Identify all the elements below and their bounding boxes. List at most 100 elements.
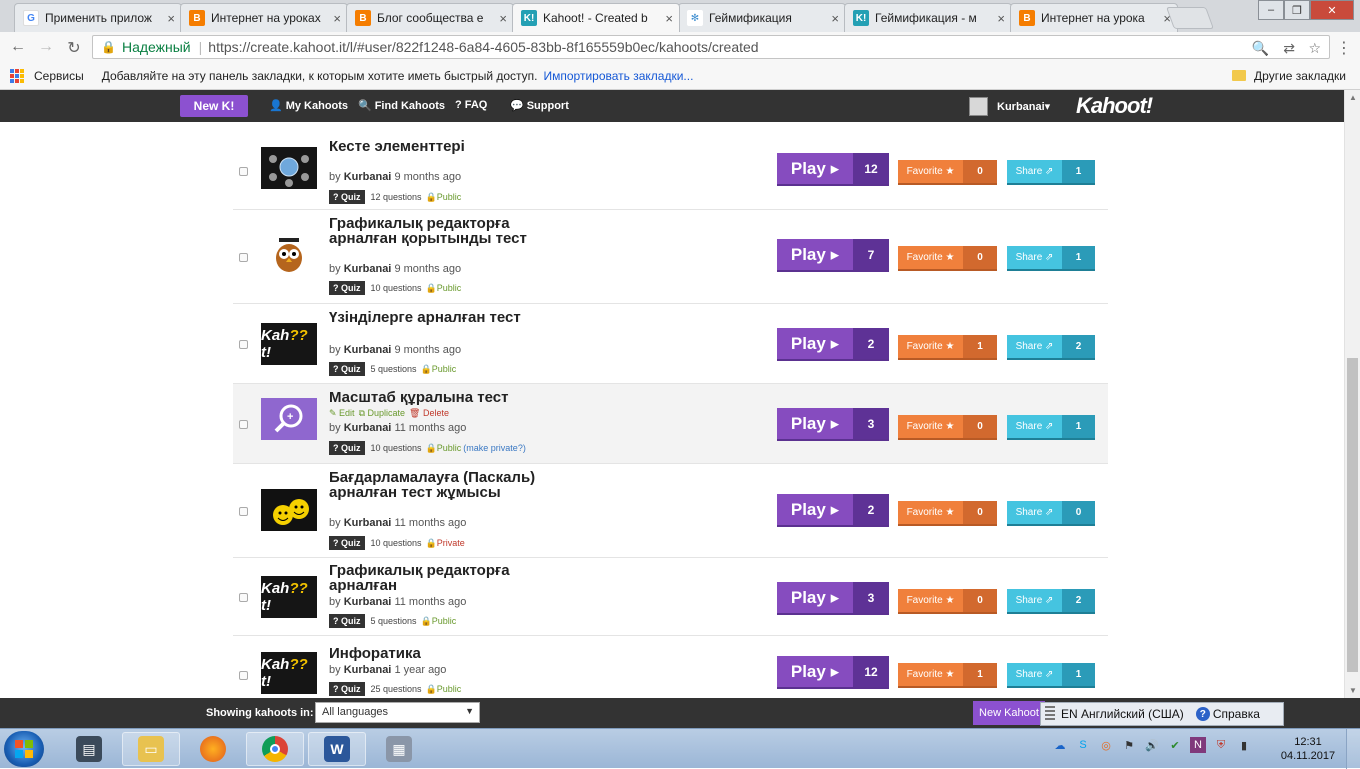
favorite-button[interactable]: Favorite ★ 0: [898, 160, 997, 183]
new-tab-button[interactable]: [1165, 7, 1215, 29]
browser-tab-4-active[interactable]: K! Kahoot! - Created b ×: [512, 3, 680, 32]
apps-grid-icon[interactable]: [10, 68, 24, 83]
author-link[interactable]: Kurbanai: [344, 422, 392, 434]
magnifier-thumbnail[interactable]: +: [261, 398, 317, 440]
back-arrow-icon[interactable]: ←: [8, 38, 28, 56]
input-language[interactable]: EN Английский (США): [1061, 707, 1184, 721]
vertical-scrollbar[interactable]: ▲ ▼: [1344, 90, 1360, 698]
taskbar-word[interactable]: W: [308, 732, 366, 766]
share-button[interactable]: Share ⇗ 0: [1007, 501, 1095, 524]
url-text[interactable]: https://create.kahoot.it/l/#user/822f124…: [208, 39, 758, 55]
new-kahoot-button[interactable]: New Kahoot: [973, 701, 1045, 725]
smiley-thumbnail[interactable]: [261, 489, 317, 531]
share-button[interactable]: Share ⇗ 1: [1007, 160, 1095, 183]
network-icon[interactable]: ▮: [1236, 737, 1252, 753]
forward-arrow-icon[interactable]: →: [36, 38, 56, 56]
nav-faq[interactable]: ? FAQ: [455, 99, 487, 111]
select-checkbox[interactable]: [239, 507, 248, 516]
network-share-icon[interactable]: ☁: [1052, 737, 1068, 753]
owl-thumbnail[interactable]: [261, 232, 317, 274]
kahoot-logo-thumbnail[interactable]: Kah??t!: [261, 576, 317, 618]
favorite-button[interactable]: Favorite ★ 0: [898, 501, 997, 524]
reload-icon[interactable]: ↻: [64, 38, 84, 58]
onenote-icon[interactable]: N: [1190, 737, 1206, 753]
taskbar-calculator[interactable]: ▦: [370, 732, 428, 766]
author-link[interactable]: Kurbanai: [344, 263, 392, 275]
close-window-button[interactable]: ✕: [1310, 0, 1354, 20]
favorite-button[interactable]: Favorite ★ 0: [898, 415, 997, 438]
kahoot-title[interactable]: Үзінділерге арналған тест: [329, 310, 559, 325]
browser-tab-2[interactable]: B Интернет на уроках ×: [180, 3, 348, 32]
kahoot-logo[interactable]: Kahoot!: [1076, 93, 1153, 119]
skype-icon[interactable]: S: [1075, 737, 1091, 753]
kahoot-title[interactable]: Инфоратика: [329, 646, 559, 661]
play-button[interactable]: Play ▸ 12: [777, 153, 889, 184]
favorite-button[interactable]: Favorite ★ 0: [898, 589, 997, 612]
kahoot-logo-thumbnail[interactable]: Kah??t!: [261, 323, 317, 365]
select-checkbox[interactable]: [239, 253, 248, 262]
play-button[interactable]: Play ▸ 12: [777, 656, 889, 687]
taskbar-chrome[interactable]: [246, 732, 304, 766]
share-button[interactable]: Share ⇗ 1: [1007, 663, 1095, 686]
select-checkbox[interactable]: [239, 167, 248, 176]
browser-tab-7[interactable]: B Интернет на урока ×: [1010, 3, 1178, 32]
taskbar-firefox[interactable]: [184, 732, 242, 766]
delete-link[interactable]: 🗑 Delete: [409, 408, 449, 418]
start-button[interactable]: [4, 731, 44, 767]
select-checkbox[interactable]: [239, 340, 248, 349]
taskbar-explorer[interactable]: ▭: [122, 732, 180, 766]
author-link[interactable]: Kurbanai: [344, 344, 392, 356]
duplicate-link[interactable]: ⧉ Duplicate: [359, 408, 405, 418]
kahoot-title[interactable]: Кесте элементтері: [329, 139, 559, 154]
favorite-button[interactable]: Favorite ★ 1: [898, 663, 997, 686]
tab-close-icon[interactable]: ×: [499, 11, 507, 26]
new-kahoot-nav-button[interactable]: New K!: [180, 95, 248, 117]
favorite-button[interactable]: Favorite ★ 0: [898, 246, 997, 269]
make-private-link[interactable]: (make private?): [463, 443, 526, 453]
author-link[interactable]: Kurbanai: [344, 517, 392, 529]
author-link[interactable]: Kurbanai: [344, 171, 392, 183]
edit-link[interactable]: ✎ Edit: [329, 408, 355, 418]
share-button[interactable]: Share ⇗ 1: [1007, 415, 1095, 438]
tab-close-icon[interactable]: ×: [997, 11, 1005, 26]
select-checkbox[interactable]: [239, 593, 248, 602]
maximize-button[interactable]: ❐: [1284, 0, 1310, 20]
language-select[interactable]: All languages ▼: [315, 702, 480, 723]
globe-thumbnail[interactable]: [261, 147, 317, 189]
address-bar[interactable]: 🔒 Надежный | https://create.kahoot.it/l/…: [92, 35, 1330, 59]
action-center-flag-icon[interactable]: ⚑: [1121, 737, 1137, 753]
bookmark-star-icon[interactable]: ☆: [1308, 40, 1321, 57]
scroll-up-arrow-icon[interactable]: ▲: [1349, 93, 1357, 102]
share-button[interactable]: Share ⇗ 2: [1007, 335, 1095, 358]
nav-find-kahoots[interactable]: 🔍 Find Kahoots: [358, 99, 445, 112]
play-button[interactable]: Play ▸ 3: [777, 408, 889, 439]
minimize-button[interactable]: –: [1258, 0, 1284, 20]
zoom-icon[interactable]: 🔍: [1252, 40, 1269, 57]
translate-icon[interactable]: ⇄: [1283, 40, 1295, 57]
nav-my-kahoots[interactable]: 👤 My Kahoots: [269, 99, 348, 112]
kahoot-title[interactable]: Графикалық редакторға арналған қорытынды…: [329, 216, 559, 246]
tab-close-icon[interactable]: ×: [665, 11, 673, 26]
clock[interactable]: 12:31 04.11.2017: [1278, 735, 1338, 763]
play-button[interactable]: Play ▸ 7: [777, 239, 889, 270]
nav-support[interactable]: 💬 Support: [510, 99, 569, 112]
tab-close-icon[interactable]: ×: [167, 11, 175, 26]
security-icon[interactable]: ✔: [1167, 737, 1183, 753]
drag-grip-icon[interactable]: [1045, 706, 1055, 722]
browser-tab-6[interactable]: K! Геймификация - м ×: [844, 3, 1012, 32]
share-button[interactable]: Share ⇗ 2: [1007, 589, 1095, 612]
kahoot-title[interactable]: Масштаб құралына тест: [329, 390, 559, 405]
favorite-button[interactable]: Favorite ★ 1: [898, 335, 997, 358]
share-button[interactable]: Share ⇗ 1: [1007, 246, 1095, 269]
kahoot-title[interactable]: Графикалық редакторға арналған: [329, 563, 559, 593]
author-link[interactable]: Kurbanai: [344, 664, 392, 676]
taskbar-scanner[interactable]: ▤: [60, 732, 118, 766]
help-button[interactable]: ? Справка: [1195, 707, 1260, 721]
play-button[interactable]: Play ▸ 3: [777, 582, 889, 613]
volume-icon[interactable]: 🔊: [1144, 737, 1160, 753]
select-checkbox[interactable]: [239, 671, 248, 680]
avatar[interactable]: [969, 97, 988, 116]
kahoot-logo-thumbnail[interactable]: Kah??t!: [261, 652, 317, 694]
tab-close-icon[interactable]: ×: [333, 11, 341, 26]
tab-close-icon[interactable]: ×: [831, 11, 839, 26]
